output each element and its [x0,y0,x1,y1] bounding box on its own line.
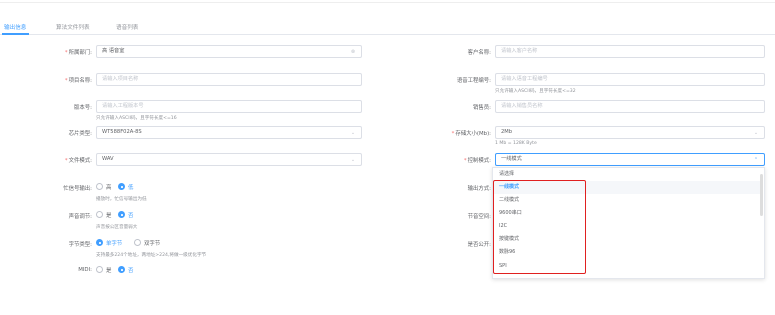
version-label: 版本号: [74,105,92,111]
busy-label: 忙信号输出: [63,186,92,192]
busy-hint: 播放时，忙信号输出为低 [96,197,147,202]
busy-radio-low[interactable]: 低 [118,183,133,191]
chip-label: 芯片类型: [68,131,92,137]
output-mode-label: 输出方式: [467,186,491,192]
version-input[interactable]: 请输入工程版本号 [96,100,362,113]
version-hint: 只允许输入ASCII码，且字符长度<=16 [96,116,177,121]
storage-hint: 1 Mb = 128K Byte [495,141,537,146]
top-border [0,0,775,3]
project-label: *项目名称: [64,78,92,84]
busy-radio-high[interactable]: 高 [96,183,111,191]
radio-circle [118,183,125,190]
radio-circle [118,266,125,273]
voice-project-no-input[interactable]: 请输入语音工程编号 [495,73,765,86]
volume-radio-no[interactable]: 否 [118,211,133,219]
storage-label: *存储大小(Mb): [451,131,491,137]
customer-label: 客户名称: [467,50,491,56]
byte-type-label: 字节类型: [68,242,92,248]
chevron-down-icon: ⌄ [350,157,356,163]
radio-circle [96,239,103,246]
dept-select[interactable]: 高 语音室 ⊗ [96,45,362,58]
voice-project-no-label: 语音工程编号: [456,78,491,84]
file-mode-select[interactable]: WAV ⌄ [96,153,362,166]
midi-radio-yes[interactable]: 是 [96,266,111,274]
chip-select[interactable]: WT588F02A-8S ⌄ [96,126,362,139]
tone-label: 节音空间: [467,214,491,220]
volume-radio-yes[interactable]: 是 [96,211,111,219]
file-mode-label: *文件模式: [64,158,92,164]
tab-algorithm-files[interactable]: 算法文件列表 [56,23,90,31]
highlight-annotation-box [493,180,586,274]
radio-circle [118,211,125,218]
clear-icon[interactable]: ⊗ [350,49,356,55]
chevron-down-icon: ⌄ [753,130,759,136]
tab-voice-list[interactable]: 语音列表 [116,23,138,31]
chevron-up-icon: ⌃ [753,157,759,163]
tab-bar: 输出信息 算法文件列表 语音列表 [0,18,775,35]
control-mode-label: *控制模式: [463,158,491,164]
dept-label: *所属部门: [64,50,92,56]
byte-type-hint: 支持最多224个地址，两地址>224,将做一级优化字节 [96,253,207,258]
is-public-label: 是否公开: [467,242,491,248]
voice-project-no-hint: 只允许输入ASCII码，且字符长度<=32 [495,89,576,94]
radio-circle [96,211,103,218]
tab-output-info[interactable]: 输出信息 [4,23,26,31]
volume-hint: 声音按公区音量弱大 [96,225,138,230]
radio-circle [96,183,103,190]
dropdown-scrollbar[interactable] [760,174,763,216]
radio-circle [96,266,103,273]
byte-type-radio-single[interactable]: 单字节 [96,239,122,247]
volume-label: 声音调节: [68,214,92,220]
midi-label: MIDI: [78,267,92,273]
midi-radio-no[interactable]: 否 [118,266,133,274]
byte-type-radio-double[interactable]: 双字节 [134,239,160,247]
sales-label: 销售员: [473,105,491,111]
storage-select[interactable]: 2Mb ⌄ [495,126,765,139]
radio-circle [134,239,141,246]
active-tab-indicator [2,33,29,35]
control-mode-select[interactable]: 一线模式 ⌃ [495,153,765,166]
project-input[interactable]: 请输入项目名称 [96,73,362,86]
chevron-down-icon: ⌄ [350,130,356,136]
sales-input[interactable]: 请输入销售员名称 [495,100,765,113]
customer-input[interactable]: 请输入客户名称 [495,45,765,58]
